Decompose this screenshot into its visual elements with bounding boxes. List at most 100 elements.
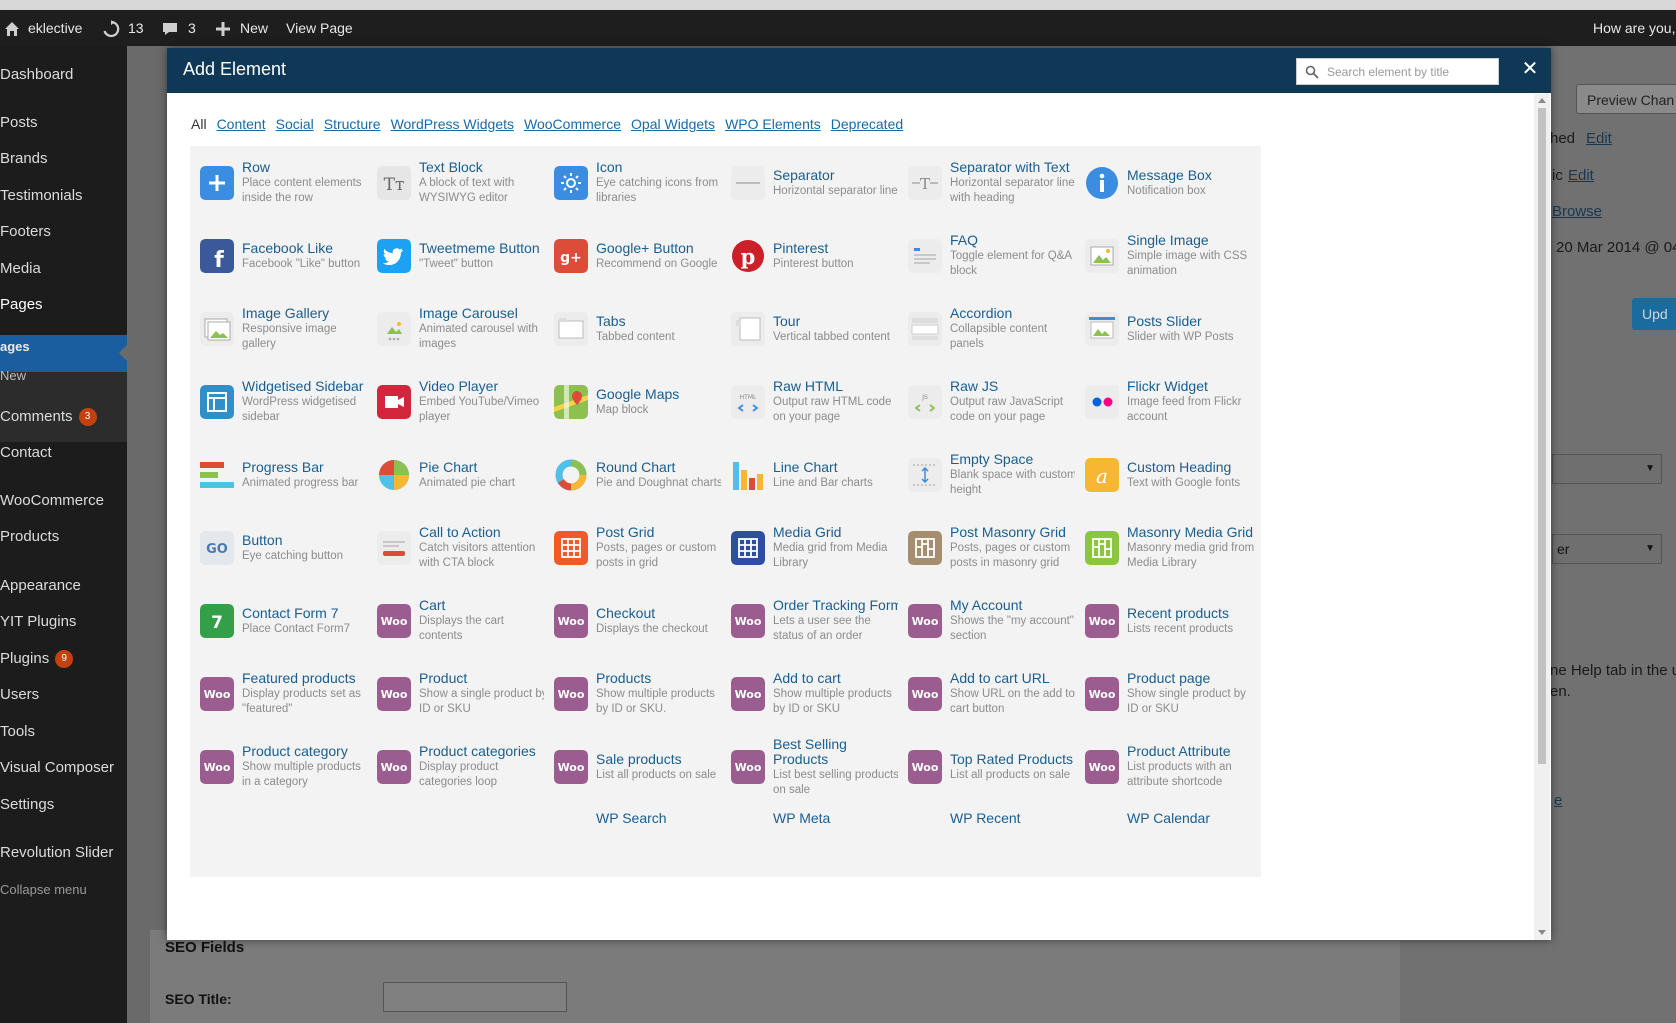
sidebar-item-plugins[interactable]: Plugins 9 [0, 650, 127, 669]
updates-count[interactable]: 13 [128, 10, 144, 46]
sidebar-item-appearance[interactable]: Appearance [0, 577, 127, 594]
sidebar-item-testimonials[interactable]: Testimonials [0, 187, 127, 204]
sidebar-item-woocommerce[interactable]: WooCommerce [0, 492, 127, 509]
update-button[interactable]: Upd [1632, 298, 1676, 330]
site-name-link[interactable]: eklective [28, 10, 82, 46]
element-media-grid[interactable]: Media Grid Media grid from Media Library [721, 511, 907, 585]
tab-content[interactable]: Content [217, 116, 266, 132]
element-posts-slider[interactable]: Posts Slider Slider with WP Posts [1075, 292, 1261, 366]
element-tabs[interactable]: Tabs Tabbed content [544, 292, 730, 366]
element-button[interactable]: GO Button Eye catching button [190, 511, 376, 585]
element-products[interactable]: Woo Products Show multiple products by ID … [544, 657, 730, 731]
sidebar-item-revolution-slider[interactable]: Revolution Slider [0, 844, 127, 861]
element-google-maps[interactable]: Google Maps Map block [544, 365, 730, 439]
element-my-account[interactable]: Woo My Account Shows the "my account" sect… [898, 584, 1084, 658]
element-order-tracking-form[interactable]: Woo Order Tracking Form Lets a user see th… [721, 584, 907, 658]
scrollbar-thumb[interactable] [1538, 108, 1546, 764]
element-checkout[interactable]: Woo Checkout Displays the checkout [544, 584, 730, 658]
element-product[interactable]: Woo Product Show a single product by ID or… [367, 657, 553, 731]
element-pie-chart[interactable]: Pie Chart Animated pie chart [367, 438, 553, 512]
sidebar-item-users[interactable]: Users [0, 686, 127, 703]
element-partial-5[interactable]: WP Calendar [1075, 803, 1261, 877]
tab-woocommerce[interactable]: WooCommerce [524, 116, 621, 132]
sidebar-item-brands[interactable]: Brands [0, 150, 127, 167]
element-post-masonry-grid[interactable]: Post Masonry Grid Posts, pages or custom … [898, 511, 1084, 585]
element-single-image[interactable]: Single Image Simple image with CSS animat… [1075, 219, 1261, 293]
close-button[interactable]: ✕ [1515, 54, 1545, 84]
element-product-category[interactable]: Woo Product category Show multiple product… [190, 730, 376, 804]
sidebar-item-footers[interactable]: Footers [0, 223, 127, 240]
scroll-up-arrow[interactable] [1538, 98, 1546, 103]
element-round-chart[interactable]: Round Chart Pie and Doughnat charts [544, 438, 730, 512]
element-flickr-widget[interactable]: Flickr Widget Image feed from Flickr acco… [1075, 365, 1261, 439]
element-post-grid[interactable]: Post Grid Posts, pages or custom posts in… [544, 511, 730, 585]
element-top-rated-products[interactable]: Woo Top Rated Products List all products o… [898, 730, 1084, 804]
right-panel-link[interactable]: e [1554, 792, 1562, 809]
element-empty-space[interactable]: Empty Space Blank space with custom heigh… [898, 438, 1084, 512]
new-menu[interactable]: New [240, 10, 268, 46]
order-select[interactable]: er ▼ [1552, 534, 1662, 564]
element-sale-products[interactable]: Woo Sale products List all products on sal… [544, 730, 730, 804]
element-accordion[interactable]: Accordion Collapsible content panels [898, 292, 1084, 366]
sidebar-subitem-add-new[interactable]: New [0, 368, 127, 383]
sidebar-item-posts[interactable]: Posts [0, 114, 127, 131]
search-box[interactable] [1296, 58, 1499, 85]
tab-social[interactable]: Social [276, 116, 314, 132]
sidebar-item-visual-composer[interactable]: Visual Composer [0, 759, 127, 776]
element-tweetmeme-button[interactable]: Tweetmeme Button "Tweet" button [367, 219, 553, 293]
sidebar-item-settings[interactable]: Settings [0, 796, 127, 813]
seo-title-input[interactable] [383, 982, 567, 1012]
tab-all[interactable]: All [191, 116, 207, 132]
element-add-to-cart[interactable]: Woo Add to cart Show multiple products by … [721, 657, 907, 731]
tab-wpo-elements[interactable]: WPO Elements [725, 116, 821, 132]
updates-icon[interactable] [102, 10, 120, 46]
element-icon[interactable]: Icon Eye catching icons from libraries [544, 146, 730, 220]
element-product-attribute[interactable]: Woo Product Attribute List products with a… [1075, 730, 1261, 804]
element-raw-html[interactable]: HTML Raw HTML Output raw HTML code on your… [721, 365, 907, 439]
element-image-carousel[interactable]: Image Carousel Animated carousel with ima… [367, 292, 553, 366]
element-partial-3[interactable]: WP Meta [721, 803, 907, 877]
plus-icon[interactable] [216, 10, 230, 46]
account-greeting[interactable]: How are you, [1593, 10, 1675, 46]
element-partial-4[interactable]: WP Recent [898, 803, 1084, 877]
browse-link[interactable]: Browse [1552, 203, 1602, 220]
element-call-to-action[interactable]: Call to Action Catch visitors attention w… [367, 511, 553, 585]
tab-opal-widgets[interactable]: Opal Widgets [631, 116, 715, 132]
element-featured-products[interactable]: Woo Featured products Display products set… [190, 657, 376, 731]
element-product-page[interactable]: Woo Product page Show single product by ID… [1075, 657, 1261, 731]
sidebar-item-tools[interactable]: Tools [0, 723, 127, 740]
sidebar-item-media[interactable]: Media [0, 260, 127, 277]
element-image-gallery[interactable]: Image Gallery Responsive image gallery [190, 292, 376, 366]
element-video-player[interactable]: Video Player Embed YouTube/Vimeo player [367, 365, 553, 439]
sidebar-item-yit-plugins[interactable]: YIT Plugins [0, 613, 127, 630]
element-google-button[interactable]: g+ Google+ Button Recommend on Google [544, 219, 730, 293]
element-faq[interactable]: FAQ Toggle element for Q&A block [898, 219, 1084, 293]
element-recent-products[interactable]: Woo Recent products Lists recent products [1075, 584, 1261, 658]
comments-count[interactable]: 3 [188, 10, 196, 46]
element-message-box[interactable]: Message Box Notification box [1075, 146, 1261, 220]
tab-deprecated[interactable]: Deprecated [831, 116, 903, 132]
element-masonry-media-grid[interactable]: Masonry Media Grid Masonry media grid fro… [1075, 511, 1261, 585]
sidebar-item-products[interactable]: Products [0, 528, 127, 545]
element-cart[interactable]: Woo Cart Displays the cart contents [367, 584, 553, 658]
element-separator[interactable]: Separator Horizontal separator line [721, 146, 907, 220]
element-line-chart[interactable]: Line Chart Line and Bar charts [721, 438, 907, 512]
tab-structure[interactable]: Structure [324, 116, 381, 132]
element-text-block[interactable]: Tт Text Block A block of text with WYSIWYG… [367, 146, 553, 220]
sidebar-item-pages[interactable]: Pages [0, 296, 127, 313]
sidebar-subitem-all-pages[interactable]: ages [0, 339, 127, 354]
sidebar-item-comments[interactable]: Comments 3 [0, 408, 127, 427]
element-partial-0[interactable] [190, 803, 376, 877]
element-separator-with-text[interactable]: T Separator with Text Horizontal separator… [898, 146, 1084, 220]
view-page-link[interactable]: View Page [286, 10, 353, 46]
comments-icon[interactable] [162, 10, 178, 46]
template-select[interactable]: ▼ [1552, 454, 1662, 484]
element-facebook-like[interactable]: f Facebook Like Facebook "Like" button [190, 219, 376, 293]
element-product-categories[interactable]: Woo Product categories Display product cat… [367, 730, 553, 804]
sidebar-item-dashboard[interactable]: Dashboard [0, 66, 127, 83]
element-add-to-cart-url[interactable]: Woo Add to cart URL Show URL on the add to… [898, 657, 1084, 731]
search-input[interactable] [1327, 61, 1495, 82]
element-row[interactable]: Row Place content elements inside the row [190, 146, 376, 220]
sidebar-collapse-menu[interactable]: Collapse menu [0, 882, 127, 897]
visibility-edit-link[interactable]: Edit [1568, 167, 1594, 184]
